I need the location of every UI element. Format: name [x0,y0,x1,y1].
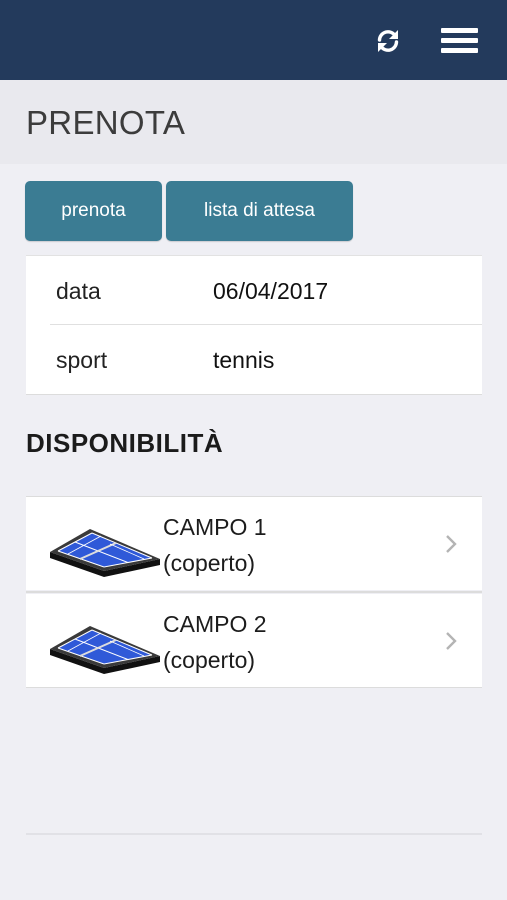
availability-title: DISPONIBILITÀ [26,428,224,458]
tennis-court-icon [50,626,160,674]
court-detail: (coperto) [163,647,256,673]
court-detail: (coperto) [163,550,256,576]
court-row-1[interactable]: CAMPO 1 (coperto) [26,497,482,590]
date-label: data [56,278,101,304]
refresh-button[interactable] [371,26,405,56]
top-bar [0,0,507,80]
court-name: CAMPO 1 [163,514,267,540]
tab-prenota-button[interactable]: prenota [25,181,162,241]
court-name: CAMPO 2 [163,611,267,637]
date-value[interactable]: 06/04/2017 [213,278,328,305]
date-row[interactable]: data 06/04/2017 [26,256,482,324]
chevron-right-icon [446,535,457,553]
sport-label: sport [56,347,108,373]
tab-lista-di-attesa-button[interactable]: lista di attesa [166,181,353,241]
chevron-right-icon [446,632,457,650]
sport-row[interactable]: sport tennis [26,325,482,393]
hamburger-menu-icon [441,28,478,33]
footer-divider [26,833,482,835]
sport-value[interactable]: tennis [213,347,274,374]
page-title: PRENOTA [26,104,186,141]
list-divider [26,591,482,593]
court-row-2[interactable]: CAMPO 2 (coperto) [26,594,482,687]
tennis-court-icon [50,529,160,577]
menu-button[interactable] [438,26,482,56]
details-card: data 06/04/2017 sport tennis [26,255,482,395]
list-bottom-divider [26,687,482,688]
refresh-icon [377,30,399,52]
